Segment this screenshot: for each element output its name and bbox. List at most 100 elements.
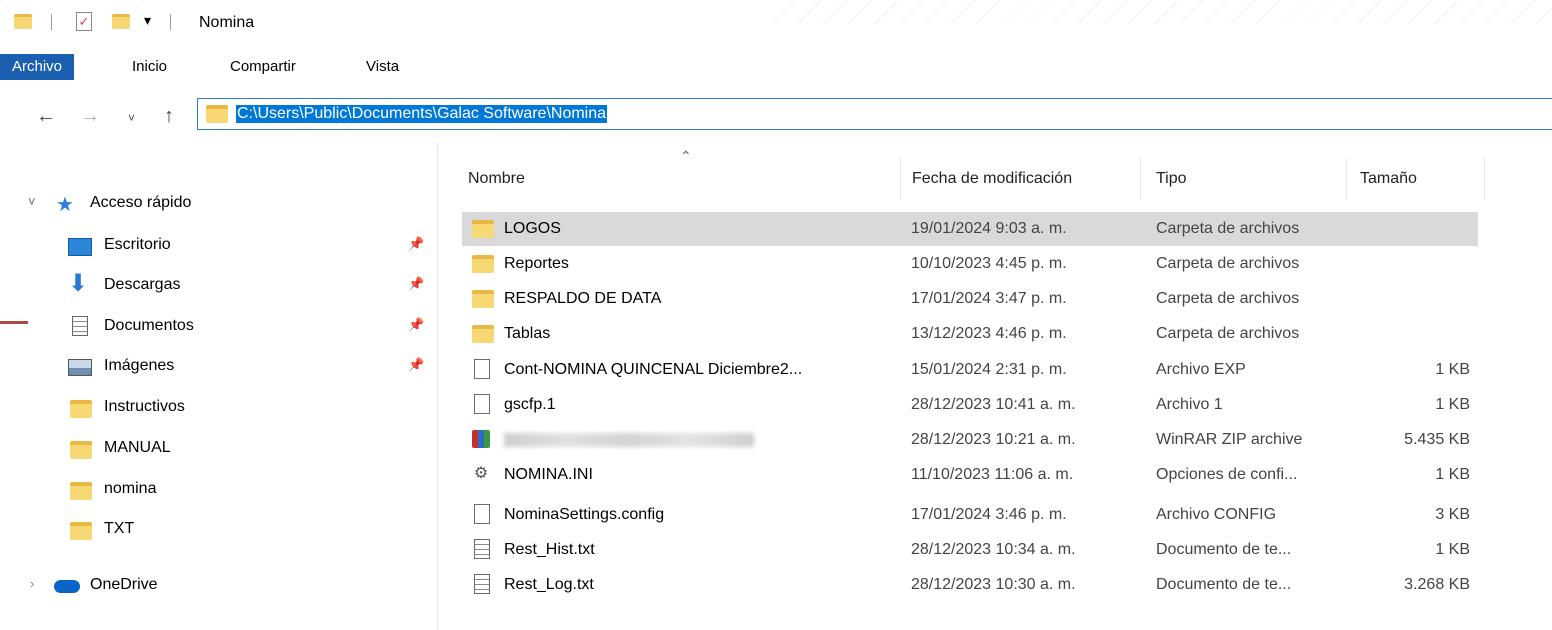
- nav-quick-access[interactable]: ˅ ★ Acceso rápido: [0, 184, 438, 224]
- settings-file-icon: ⚙: [473, 465, 489, 482]
- file-name: NOMINA.INI: [504, 466, 593, 483]
- properties-icon[interactable]: ✓: [76, 12, 92, 31]
- nav-label: Instructivos: [104, 398, 185, 415]
- nav-label: Escritorio: [104, 236, 171, 253]
- file-row-zip[interactable]: 28/12/2023 10:21 a. m. WinRAR ZIP archiv…: [462, 423, 1478, 457]
- file-row-gscfp[interactable]: gscfp.1 28/12/2023 10:41 a. m. Archivo 1…: [462, 388, 1478, 422]
- tab-inicio[interactable]: Inicio: [120, 54, 179, 80]
- new-folder-icon[interactable]: [112, 14, 130, 29]
- address-bar[interactable]: C:\Users\Public\Documents\Galac Software…: [197, 98, 1552, 130]
- nav-item-manual[interactable]: MANUAL: [0, 429, 438, 469]
- folder-icon: [70, 522, 92, 540]
- file-row-rest-hist[interactable]: Rest_Hist.txt 28/12/2023 10:34 a. m. Doc…: [462, 533, 1478, 567]
- download-icon: ⬇: [68, 270, 89, 297]
- file-date: 28/12/2023 10:34 a. m.: [911, 541, 1076, 558]
- file-row-cont-nomina[interactable]: Cont-NOMINA QUINCENAL Diciembre2... 15/0…: [462, 353, 1478, 387]
- folder-icon: [472, 325, 494, 343]
- tab-compartir[interactable]: Compartir: [218, 54, 308, 80]
- file-type: Archivo CONFIG: [1156, 506, 1277, 523]
- pin-icon[interactable]: 📌: [408, 236, 424, 252]
- file-row-tablas[interactable]: Tablas 13/12/2023 4:46 p. m. Carpeta de …: [462, 317, 1478, 351]
- forward-arrow-icon[interactable]: →: [80, 106, 100, 126]
- recent-locations-icon[interactable]: ˅: [128, 108, 135, 128]
- nav-item-escritorio[interactable]: Escritorio 📌: [0, 226, 438, 266]
- nav-item-descargas[interactable]: ⬇ Descargas 📌: [0, 266, 438, 306]
- folder-icon: [206, 105, 228, 123]
- nav-item-documentos[interactable]: Documentos 📌: [0, 307, 438, 347]
- toolbar-separator: [170, 14, 171, 30]
- pin-icon[interactable]: 📌: [408, 276, 424, 292]
- column-separator[interactable]: [1346, 158, 1347, 200]
- file-type: Carpeta de archivos: [1156, 255, 1300, 272]
- chevron-down-icon[interactable]: ˅: [28, 194, 36, 209]
- column-separator[interactable]: [1140, 158, 1141, 200]
- file-row-respaldo[interactable]: RESPALDO DE DATA 17/01/2024 3:47 p. m. C…: [462, 282, 1478, 316]
- file-row-nomina-ini[interactable]: ⚙ NOMINA.INI 11/10/2023 11:06 a. m. Opci…: [462, 458, 1478, 492]
- nav-label: TXT: [104, 520, 135, 537]
- column-separator[interactable]: [1484, 158, 1485, 200]
- file-type: Carpeta de archivos: [1156, 290, 1300, 307]
- address-path[interactable]: C:\Users\Public\Documents\Galac Software…: [236, 105, 608, 123]
- pictures-icon: [68, 359, 92, 376]
- column-header-type[interactable]: Tipo: [1156, 170, 1187, 188]
- folder-icon: [472, 220, 494, 238]
- nav-item-txt[interactable]: TXT: [0, 510, 438, 550]
- column-header-name[interactable]: Nombre: [468, 170, 525, 188]
- file-date: 19/01/2024 9:03 a. m.: [911, 220, 1067, 237]
- ribbon-tabs: Archivo Inicio Compartir Vista: [0, 48, 1552, 86]
- file-size: 3 KB: [1435, 506, 1470, 523]
- folder-icon: [472, 290, 494, 308]
- chevron-right-icon[interactable]: ›: [30, 576, 34, 591]
- nav-item-imagenes[interactable]: Imágenes 📌: [0, 347, 438, 387]
- file-size: 1 KB: [1435, 361, 1470, 378]
- folder-icon[interactable]: [14, 14, 32, 29]
- file-size: 1 KB: [1435, 466, 1470, 483]
- sort-ascending-icon: ⌃: [680, 148, 692, 164]
- folder-icon: [70, 482, 92, 500]
- tab-vista[interactable]: Vista: [354, 54, 411, 80]
- file-row-reportes[interactable]: Reportes 10/10/2023 4:45 p. m. Carpeta d…: [462, 247, 1478, 281]
- cloud-icon: [54, 580, 80, 593]
- column-separator[interactable]: [900, 158, 901, 200]
- file-name: gscfp.1: [504, 396, 556, 413]
- file-type: WinRAR ZIP archive: [1156, 431, 1303, 448]
- file-name: Reportes: [504, 255, 569, 272]
- back-arrow-icon[interactable]: ←: [36, 106, 56, 126]
- file-type: Carpeta de archivos: [1156, 325, 1300, 342]
- file-date: 17/01/2024 3:47 p. m.: [911, 290, 1067, 307]
- file-date: 17/01/2024 3:46 p. m.: [911, 506, 1067, 523]
- title-bar: ✓ ▾ Nomina: [0, 0, 1552, 48]
- file-name: NominaSettings.config: [504, 506, 665, 523]
- tab-archivo[interactable]: Archivo: [0, 54, 75, 80]
- up-arrow-icon[interactable]: ↑: [164, 106, 174, 126]
- file-row-logos[interactable]: LOGOS 19/01/2024 9:03 a. m. Carpeta de a…: [462, 212, 1478, 246]
- file-name: LOGOS: [504, 220, 561, 237]
- file-type: Archivo EXP: [1156, 361, 1246, 378]
- file-row-rest-log[interactable]: Rest_Log.txt 28/12/2023 10:30 a. m. Docu…: [462, 568, 1478, 602]
- document-icon: [72, 316, 88, 336]
- file-name: Rest_Hist.txt: [504, 541, 595, 558]
- file-date: 28/12/2023 10:30 a. m.: [911, 576, 1076, 593]
- file-list: ⌃ Nombre Fecha de modificación Tipo Tama…: [438, 142, 1552, 630]
- file-icon: [474, 504, 490, 524]
- file-date: 15/01/2024 2:31 p. m.: [911, 361, 1067, 378]
- pin-icon[interactable]: 📌: [408, 317, 424, 333]
- file-size: 3.268 KB: [1404, 576, 1470, 593]
- file-row-nominasettings[interactable]: NominaSettings.config 17/01/2024 3:46 p.…: [462, 498, 1478, 532]
- file-name: Tablas: [504, 325, 551, 342]
- text-file-icon: [474, 539, 490, 559]
- file-date: 13/12/2023 4:46 p. m.: [911, 325, 1067, 342]
- navigation-pane: ˅ ★ Acceso rápido Escritorio 📌 ⬇ Descarg…: [0, 142, 438, 630]
- address-row: ← → ˅ ↑ C:\Users\Public\Documents\Galac …: [0, 86, 1552, 142]
- nav-label: Acceso rápido: [90, 194, 192, 211]
- nav-item-instructivos[interactable]: Instructivos: [0, 388, 438, 428]
- pin-icon[interactable]: 📌: [408, 357, 424, 373]
- file-date: 11/10/2023 11:06 a. m.: [911, 466, 1074, 483]
- customize-toolbar-icon[interactable]: ▾: [144, 12, 151, 29]
- file-date: 28/12/2023 10:21 a. m.: [911, 431, 1076, 448]
- nav-item-nomina[interactable]: nomina: [0, 470, 438, 510]
- nav-onedrive[interactable]: › OneDrive: [0, 566, 438, 606]
- file-date: 28/12/2023 10:41 a. m.: [911, 396, 1076, 413]
- column-header-size[interactable]: Tamaño: [1360, 170, 1417, 188]
- column-header-date[interactable]: Fecha de modificación: [912, 170, 1072, 188]
